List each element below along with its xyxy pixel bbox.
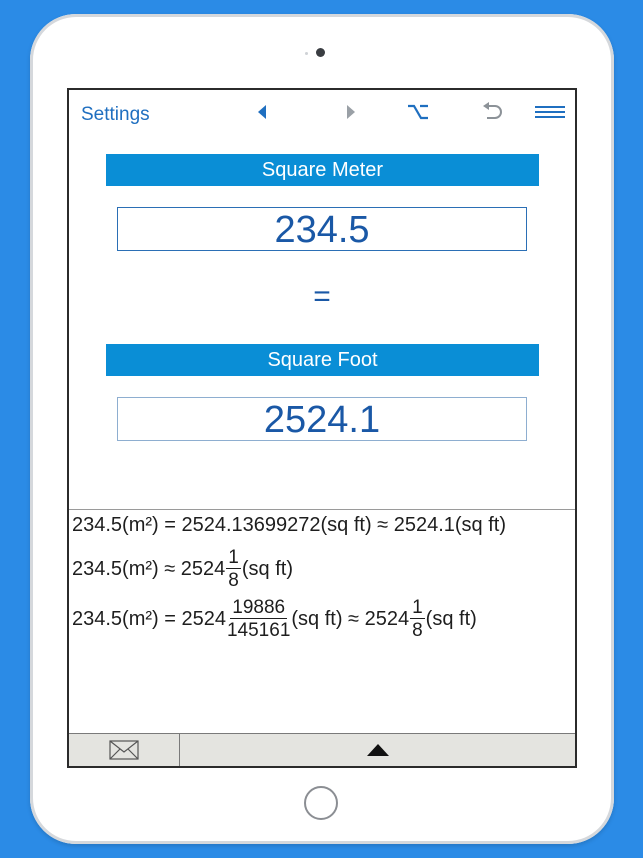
fraction-numerator: 1 <box>226 547 241 569</box>
approx-fraction-denominator: 8 <box>412 620 423 641</box>
home-button[interactable] <box>304 786 338 820</box>
option-key-icon[interactable] <box>403 98 433 126</box>
result-exact-prefix: 234.5(m²) = 2524 <box>72 607 226 630</box>
exact-fraction: 19886 145161 <box>227 598 290 640</box>
from-unit-header[interactable]: Square Meter <box>106 154 539 186</box>
bottom-bar <box>69 733 575 766</box>
exact-fraction-denominator: 145161 <box>226 620 291 641</box>
equals-sign: = <box>313 280 331 313</box>
result-exact-suffix: (sq ft) <box>425 607 477 630</box>
light-sensor <box>305 52 308 55</box>
undo-icon[interactable] <box>477 98 507 126</box>
fraction-denominator: 8 <box>228 570 239 591</box>
app-screen: Settings Square Meter 234.5 = Square Foo… <box>67 88 577 768</box>
to-value-output: 2524.1 <box>117 397 527 441</box>
mail-icon <box>109 740 139 760</box>
camera-icon <box>316 48 325 57</box>
approx-fraction-numerator: 1 <box>410 597 425 619</box>
divider <box>69 509 575 510</box>
triangle-up-icon <box>366 744 389 756</box>
result-line-decimal: 234.5(m²) = 2524.13699272(sq ft) ≈ 2524.… <box>72 514 506 537</box>
to-unit-header[interactable]: Square Foot <box>106 344 539 376</box>
approx-fraction: 1 8 <box>410 598 425 640</box>
result-fraction-prefix: 234.5(m²) ≈ 2524 <box>72 557 226 580</box>
from-value-input[interactable]: 234.5 <box>117 207 527 251</box>
result-decimal-text: 234.5(m²) = 2524.13699272(sq ft) ≈ 2524.… <box>72 514 507 536</box>
result-line-exact: 234.5(m²) = 2524 19886 145161 (sq ft) ≈ … <box>72 598 477 640</box>
toolbar: Settings <box>69 90 575 134</box>
back-arrow-icon[interactable] <box>247 98 277 126</box>
menu-icon[interactable] <box>533 98 567 126</box>
result-fraction-suffix: (sq ft) <box>241 557 293 580</box>
fraction: 1 8 <box>226 548 241 590</box>
forward-arrow-icon[interactable] <box>336 98 366 126</box>
result-exact-middle: (sq ft) ≈ 2524 <box>291 607 410 630</box>
expand-button[interactable] <box>180 734 575 766</box>
mail-button[interactable] <box>69 734 180 766</box>
result-line-fraction: 234.5(m²) ≈ 2524 1 8 (sq ft) <box>72 548 293 590</box>
exact-fraction-numerator: 19886 <box>230 597 288 619</box>
settings-button[interactable]: Settings <box>81 104 150 126</box>
